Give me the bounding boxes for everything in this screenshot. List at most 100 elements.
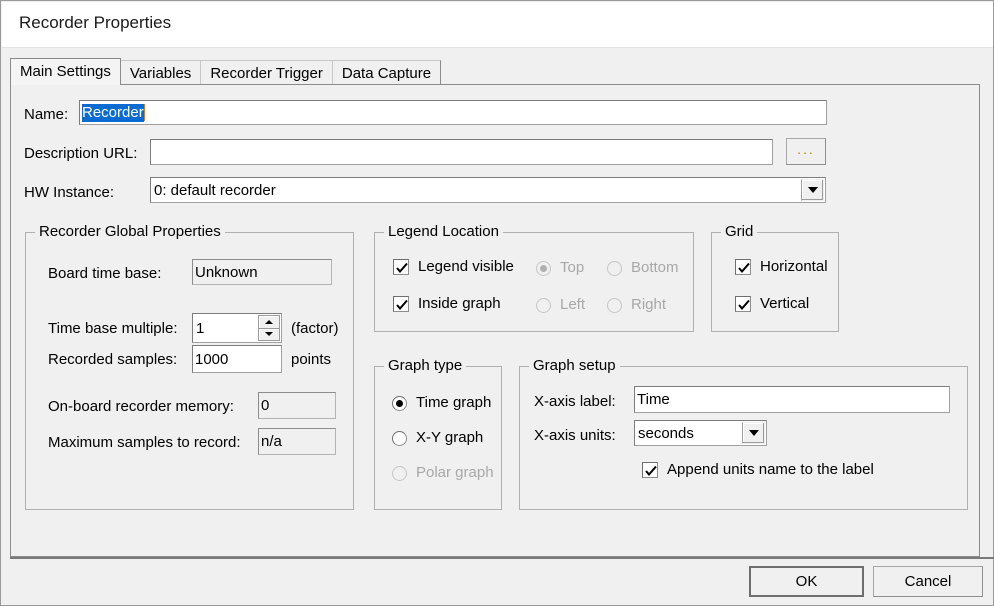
legend-position-left-label: Left <box>560 296 586 313</box>
legend-position-bottom-label: Bottom <box>631 259 679 276</box>
inside-graph-checkbox[interactable]: Inside graph <box>393 295 501 313</box>
tab-label: Recorder Trigger <box>210 65 323 82</box>
board-time-base-label: Board time base: <box>48 265 162 282</box>
append-units-checkbox[interactable]: Append units name to the label <box>642 461 874 479</box>
radio-selected-icon <box>536 260 551 276</box>
max-samples-text: n/a <box>261 433 282 450</box>
recorded-samples-unit: points <box>291 351 332 368</box>
checkbox-checked-icon <box>642 462 658 478</box>
tab-label: Main Settings <box>20 63 111 80</box>
legend-position-right-label: Right <box>631 296 667 313</box>
radio-unselected-icon <box>607 260 622 276</box>
tab-recorder-trigger[interactable]: Recorder Trigger <box>200 60 333 85</box>
x-axis-units-select[interactable]: seconds <box>634 420 767 446</box>
graph-type-xy-radio[interactable]: X-Y graph <box>392 429 483 447</box>
group-title: Graph type <box>384 357 467 375</box>
ok-button-label: OK <box>795 573 818 590</box>
radio-unselected-icon <box>392 465 407 481</box>
legend-position-top-label: Top <box>560 259 585 276</box>
legend-position-bottom-radio[interactable]: Bottom <box>607 259 679 277</box>
inside-graph-label: Inside graph <box>418 295 501 312</box>
onboard-memory-value: 0 <box>258 392 336 419</box>
browse-button[interactable]: ... <box>786 138 826 165</box>
legend-position-top-radio[interactable]: Top <box>536 259 584 277</box>
board-time-base-value: Unknown <box>192 259 332 285</box>
checkbox-checked-icon <box>735 259 751 275</box>
hw-instance-value: 0: default recorder <box>154 181 276 199</box>
tab-data-capture[interactable]: Data Capture <box>331 60 442 85</box>
checkbox-checked-icon <box>393 259 409 275</box>
group-title: Graph setup <box>529 357 620 375</box>
stepper-buttons[interactable] <box>258 315 280 341</box>
grid-vertical-checkbox[interactable]: Vertical <box>735 295 809 313</box>
tab-strip: Main Settings Variables Recorder Trigger… <box>10 58 442 85</box>
graph-type-group: Graph type Time graph X-Y graph Polar gr… <box>374 357 502 510</box>
checkbox-checked-icon <box>393 296 409 312</box>
title-bar: Recorder Properties <box>2 2 993 48</box>
cancel-button-label: Cancel <box>904 573 952 590</box>
graph-type-time-radio[interactable]: Time graph <box>392 394 491 412</box>
tab-label: Variables <box>129 65 192 82</box>
radio-unselected-icon <box>607 297 622 313</box>
recorded-samples-value: 1000 <box>195 350 229 368</box>
time-base-multiple-stepper[interactable]: 1 <box>192 313 282 343</box>
onboard-memory-label: On-board recorder memory: <box>48 398 234 415</box>
x-axis-label-value: Time <box>637 391 670 408</box>
name-label: Name: <box>24 106 69 123</box>
group-title: Recorder Global Properties <box>35 223 225 241</box>
max-samples-value: n/a <box>258 428 336 455</box>
tab-variables[interactable]: Variables <box>119 60 202 85</box>
stepper-up-icon[interactable] <box>258 315 280 329</box>
browse-button-label: ... <box>797 140 815 157</box>
stepper-down-icon[interactable] <box>258 328 280 341</box>
graph-type-polar-label: Polar graph <box>416 464 494 481</box>
grid-group: Grid Horizontal Vertical <box>711 223 839 332</box>
time-base-multiple-label: Time base multiple: <box>48 320 178 337</box>
tab-main-settings[interactable]: Main Settings <box>10 58 121 85</box>
legend-visible-checkbox[interactable]: Legend visible <box>393 258 514 276</box>
legend-position-right-radio[interactable]: Right <box>607 296 666 314</box>
legend-position-left-radio[interactable]: Left <box>536 296 585 314</box>
append-units-label: Append units name to the label <box>667 461 874 478</box>
radio-selected-icon <box>392 395 407 411</box>
page-title: Recorder Properties <box>19 13 172 32</box>
x-axis-units-label: X-axis units: <box>534 427 616 444</box>
hw-instance-select[interactable]: 0: default recorder <box>150 177 826 203</box>
chevron-down-icon[interactable] <box>801 179 824 201</box>
max-samples-label: Maximum samples to record: <box>48 434 241 451</box>
hw-instance-label: HW Instance: <box>24 184 115 201</box>
x-axis-label-label: X-axis label: <box>534 393 616 410</box>
grid-vertical-label: Vertical <box>760 295 810 312</box>
x-axis-label-input[interactable]: Time <box>634 386 950 413</box>
graph-type-time-label: Time graph <box>416 394 492 411</box>
time-base-multiple-value: 1 <box>196 319 205 337</box>
graph-type-xy-label: X-Y graph <box>416 429 484 446</box>
description-url-input[interactable] <box>150 139 773 165</box>
ok-button[interactable]: OK <box>749 566 864 597</box>
recorder-properties-dialog: Recorder Properties Main Settings Variab… <box>0 0 994 606</box>
main-settings-panel: Name: Recorder Description URL: ... HW I… <box>10 84 980 557</box>
name-input[interactable]: Recorder <box>79 100 827 125</box>
recorded-samples-label: Recorded samples: <box>48 351 178 368</box>
tab-label: Data Capture <box>341 65 432 82</box>
legend-location-group: Legend Location Legend visible Inside gr… <box>374 223 694 332</box>
grid-horizontal-checkbox[interactable]: Horizontal <box>735 258 828 276</box>
grid-horizontal-label: Horizontal <box>760 258 828 275</box>
radio-unselected-icon <box>536 297 551 313</box>
onboard-memory-text: 0 <box>261 397 270 414</box>
group-title: Legend Location <box>384 223 503 241</box>
description-url-label: Description URL: <box>24 145 138 162</box>
name-input-value: Recorder <box>82 103 144 122</box>
chevron-down-icon[interactable] <box>742 422 765 444</box>
graph-type-polar-radio[interactable]: Polar graph <box>392 464 494 482</box>
legend-visible-label: Legend visible <box>418 258 514 275</box>
cancel-button[interactable]: Cancel <box>873 566 983 597</box>
x-axis-units-value: seconds <box>638 424 694 442</box>
board-time-base-text: Unknown <box>195 263 258 281</box>
radio-unselected-icon <box>392 430 407 446</box>
time-base-multiple-unit: (factor) <box>291 320 339 337</box>
recorded-samples-input[interactable]: 1000 <box>192 345 282 373</box>
text-caret <box>143 104 145 121</box>
footer-divider <box>10 557 994 559</box>
recorder-global-properties-group: Recorder Global Properties Board time ba… <box>25 223 354 510</box>
